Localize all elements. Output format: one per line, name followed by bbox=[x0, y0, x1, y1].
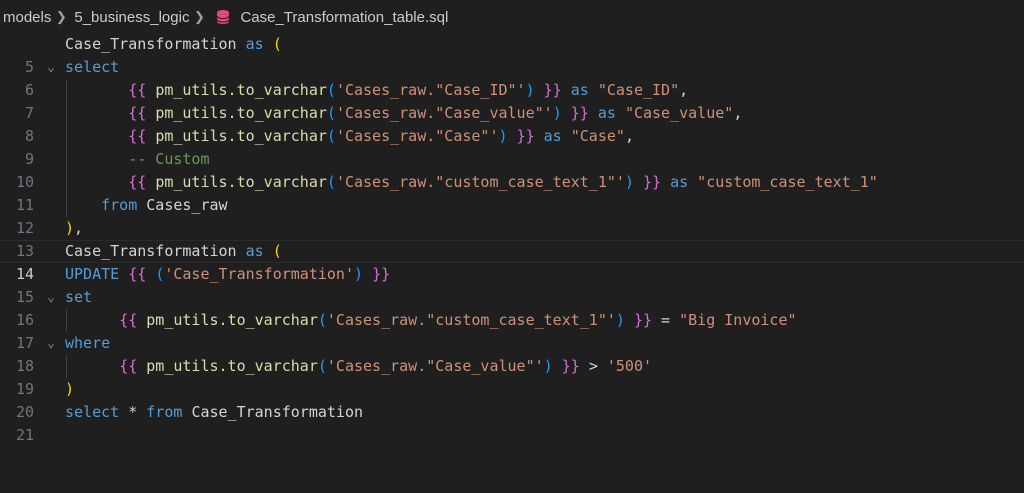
code-line[interactable]: 17 {{ pm_utils.to_varchar('Cases_raw."cu… bbox=[0, 309, 1024, 352]
code-line[interactable]: 10 -- Custom bbox=[0, 148, 1024, 191]
code-text: select bbox=[65, 58, 120, 76]
code-line[interactable]: 11 {{ pm_utils.to_varchar('Cases_raw."cu… bbox=[0, 171, 1024, 214]
code-line[interactable]: 9 {{ pm_utils.to_varchar('Cases_raw."Cas… bbox=[0, 125, 1024, 168]
code-text: -- Custom bbox=[128, 150, 210, 168]
code-text: UPDATE {{ ('Case_Transformation') }} bbox=[65, 265, 391, 283]
code-text: {{ pm_utils.to_varchar('Cases_raw."Case_… bbox=[119, 357, 653, 375]
chevron-down-icon[interactable]: ⌄ bbox=[43, 56, 59, 79]
code-text: from Cases_raw bbox=[101, 196, 228, 214]
code-line-current[interactable]: 14 Case_Transformation as ( bbox=[0, 240, 1024, 283]
chevron-right-icon: ❯ bbox=[193, 9, 205, 24]
code-line[interactable]: 13 ), bbox=[0, 217, 1024, 260]
code-text: ), bbox=[65, 219, 84, 237]
code-text: {{ pm_utils.to_varchar('Cases_raw."Case_… bbox=[128, 104, 743, 122]
code-editor[interactable]: 5 Case_Transformation as ( 6 ⌄ select 7 … bbox=[0, 33, 1024, 444]
chevron-down-icon[interactable]: ⌄ bbox=[43, 286, 59, 309]
code-text: {{ pm_utils.to_varchar('Cases_raw."custo… bbox=[128, 173, 878, 191]
code-text: select * from Case_Transformation bbox=[65, 403, 364, 421]
code-text: set bbox=[65, 288, 93, 306]
code-text: Case_Transformation as ( bbox=[65, 35, 282, 53]
chevron-down-icon[interactable]: ⌄ bbox=[43, 332, 59, 355]
code-text: Case_Transformation as ( bbox=[65, 242, 282, 260]
code-text: ) bbox=[65, 380, 75, 398]
code-line[interactable]: 5 Case_Transformation as ( bbox=[0, 33, 1024, 76]
breadcrumb-folder-business-logic[interactable]: 5_business_logic bbox=[71, 9, 189, 26]
breadcrumb-file[interactable]: Case_Transformation_table.sql bbox=[237, 9, 448, 26]
chevron-right-icon: ❯ bbox=[55, 9, 67, 24]
database-icon bbox=[216, 10, 230, 24]
code-text: {{ pm_utils.to_varchar('Cases_raw."Case"… bbox=[128, 127, 634, 145]
code-text: {{ pm_utils.to_varchar('Cases_raw."Case_… bbox=[128, 81, 689, 99]
code-text: {{ pm_utils.to_varchar('Cases_raw."custo… bbox=[119, 311, 797, 329]
code-line[interactable]: 7 {{ pm_utils.to_varchar('Cases_raw."Cas… bbox=[0, 79, 1024, 122]
code-line[interactable]: 20 ) bbox=[0, 378, 1024, 421]
code-line[interactable]: 8 {{ pm_utils.to_varchar('Cases_raw."Cas… bbox=[0, 102, 1024, 145]
code-text: where bbox=[65, 334, 111, 352]
code-line[interactable]: 6 ⌄ select bbox=[0, 56, 1024, 99]
code-line[interactable]: 15 UPDATE {{ ('Case_Transformation') }} bbox=[0, 263, 1024, 306]
code-line[interactable]: 21 select * from Case_Transformation bbox=[0, 401, 1024, 444]
line-number: 21 bbox=[15, 426, 34, 444]
code-line[interactable]: 19 {{ pm_utils.to_varchar('Cases_raw."Ca… bbox=[0, 355, 1024, 398]
code-line[interactable]: 18 ⌄ where bbox=[0, 332, 1024, 375]
breadcrumb: models ❯ 5_business_logic ❯ Case_Transfo… bbox=[0, 0, 1024, 34]
breadcrumb-folder-models[interactable]: models bbox=[0, 9, 51, 26]
code-line[interactable]: 12 from Cases_raw bbox=[0, 194, 1024, 237]
code-line[interactable]: 16 ⌄ set bbox=[0, 286, 1024, 329]
